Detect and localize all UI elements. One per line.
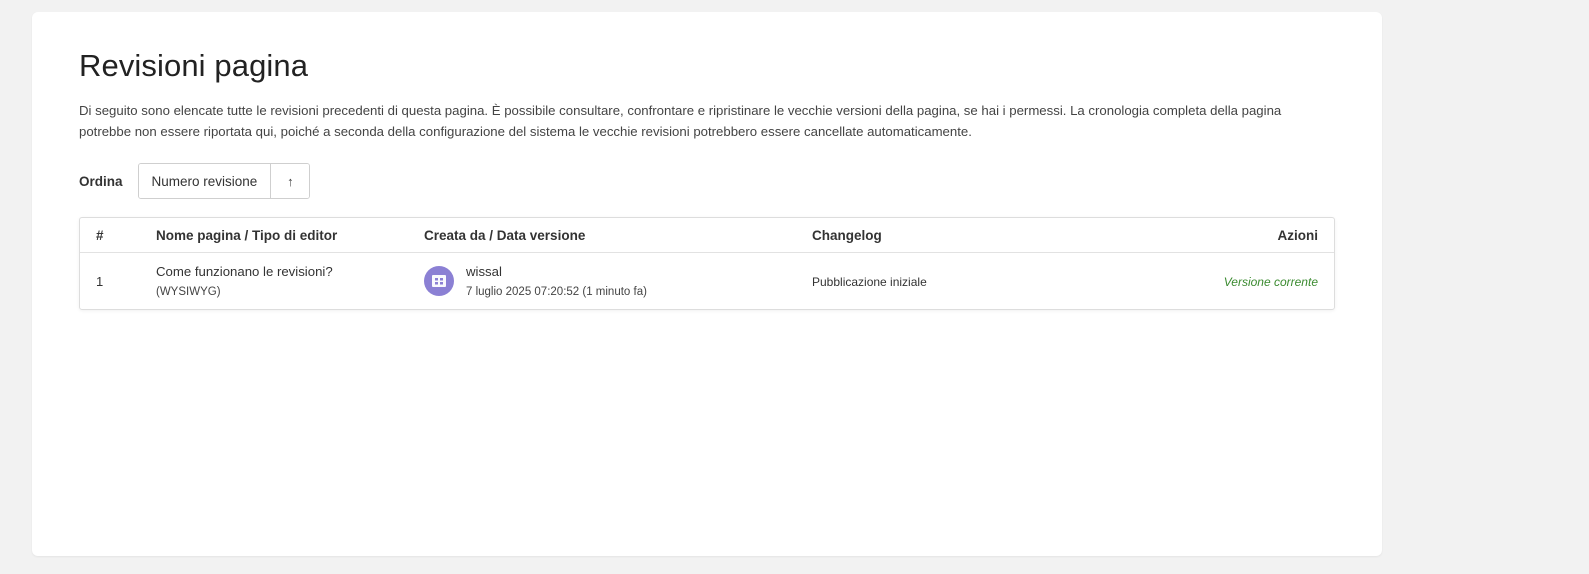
sort-label: Ordina: [79, 173, 123, 189]
sort-field-select[interactable]: Numero revisione: [138, 164, 272, 198]
user-avatar-icon: [432, 275, 446, 287]
revision-date: 7 luglio 2025 07:20:52 (1 minuto fa): [466, 286, 647, 298]
revision-changelog-cell: Pubblicazione iniziale: [812, 274, 1112, 289]
avatar: [424, 266, 454, 296]
revision-actions-cell: Versione corrente: [1112, 274, 1334, 289]
revisions-table: # Nome pagina / Tipo di editor Creata da…: [79, 217, 1335, 310]
page-intro: Di seguito sono elencate tutte le revisi…: [79, 103, 1282, 139]
revision-changelog: Pubblicazione iniziale: [812, 274, 927, 289]
arrow-up-icon: ↑: [287, 173, 294, 189]
revision-page-name: Come funzionano le revisioni?: [156, 264, 333, 279]
current-version-label: Versione corrente: [1223, 274, 1318, 289]
header-num: #: [96, 227, 104, 243]
revision-author-info: wissal 7 luglio 2025 07:20:52 (1 minuto …: [466, 263, 647, 299]
header-name: Nome pagina / Tipo di editor: [156, 227, 338, 243]
table-row: 1 Come funzionano le revisioni? (WYSIWYG…: [80, 253, 1334, 309]
revision-author-cell: wissal 7 luglio 2025 07:20:52 (1 minuto …: [424, 263, 812, 299]
revision-editor-type: (WYSIWYG): [156, 286, 221, 298]
sort-direction-button[interactable]: ↑: [271, 164, 310, 198]
revision-number: 1: [96, 273, 104, 289]
page-title: Revisioni pagina: [79, 48, 309, 83]
sort-button-group: Numero revisione ↑: [137, 163, 311, 199]
revisions-card: Revisioni pagina Di seguito sono elencat…: [32, 12, 1382, 556]
table-header: # Nome pagina / Tipo di editor Creata da…: [80, 218, 1334, 253]
header-author: Creata da / Data versione: [424, 227, 586, 243]
header-changelog: Changelog: [812, 227, 882, 243]
revision-name-cell: Come funzionano le revisioni? (WYSIWYG): [156, 263, 424, 299]
sort-controls: Ordina Numero revisione ↑: [79, 162, 1335, 200]
revision-author-name: wissal: [466, 264, 502, 279]
header-actions: Azioni: [1277, 227, 1319, 243]
